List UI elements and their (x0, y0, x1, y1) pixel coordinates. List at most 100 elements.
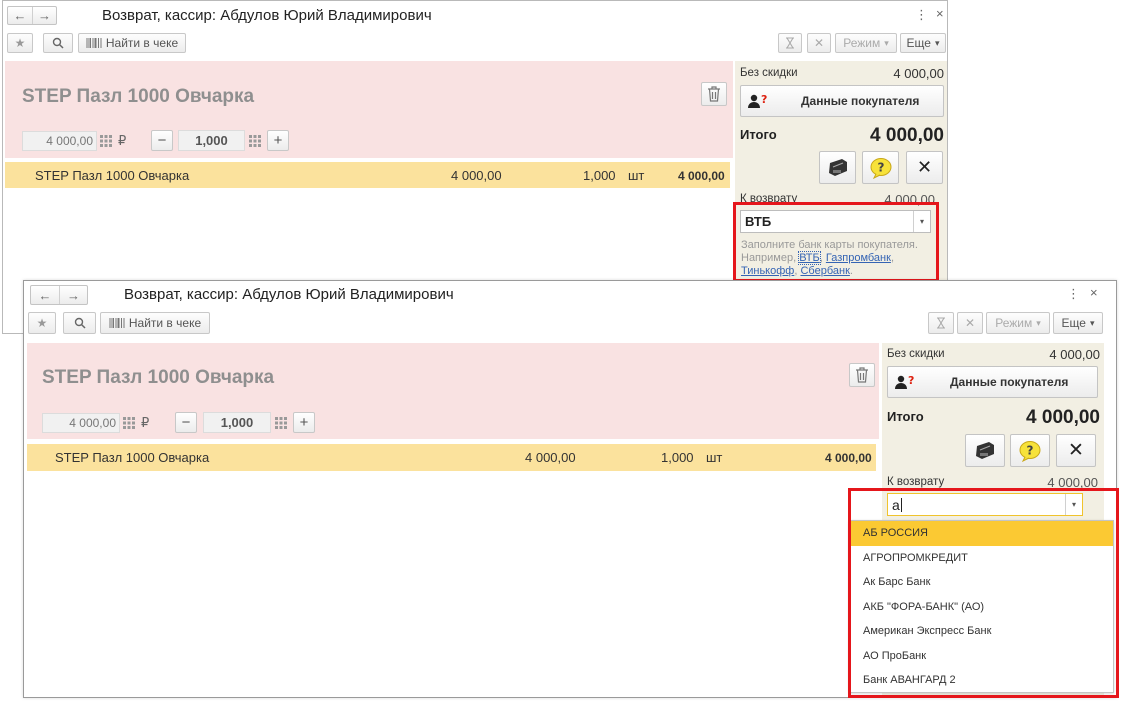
customer-data-button[interactable]: ? Данные покупателя (887, 366, 1098, 398)
mode-button[interactable]: Режим ▾ (835, 33, 897, 53)
no-discount-value: 4 000,00 (893, 66, 944, 81)
print-button[interactable] (819, 151, 856, 184)
product-card: STEP Пазл 1000 Овчарка 4 000,00 ₽ − 1,00… (5, 61, 733, 158)
delete-button[interactable] (849, 363, 875, 387)
find-in-receipt-label: Найти в чеке (105, 36, 179, 50)
row-sum: 4 000,00 (825, 451, 872, 465)
forward-button[interactable]: → (32, 7, 56, 24)
cross-icon: ✕ (964, 316, 976, 330)
more-label: Еще (1061, 316, 1086, 330)
price-field[interactable]: 4 000,00 (42, 413, 120, 433)
total-label: Итого (740, 127, 777, 142)
star-icon: ★ (36, 316, 48, 330)
more-button[interactable]: Еще ▾ (900, 33, 946, 53)
mode-label: Режим (995, 316, 1033, 330)
nav-buttons: ← → (7, 6, 57, 25)
cancel-button[interactable]: ✕ (807, 33, 831, 53)
svg-text:?: ? (1027, 443, 1034, 457)
chevron-down-icon: ▾ (1036, 317, 1041, 328)
svg-text:?: ? (761, 93, 767, 106)
question-bubble-icon: ? (1019, 440, 1041, 462)
find-in-receipt-button[interactable]: Найти в чеке (100, 312, 210, 334)
row-price: 4 000,00 (451, 168, 502, 183)
total-value: 4 000,00 (870, 125, 944, 146)
barcode-icon (109, 318, 125, 328)
svg-text:?: ? (908, 374, 914, 387)
close-receipt-button[interactable]: ✕ (906, 151, 943, 184)
more-menu-icon[interactable]: ⋮ (1067, 286, 1080, 302)
find-in-receipt-button[interactable]: Найти в чеке (78, 33, 186, 53)
decrease-qty-button[interactable]: − (151, 130, 173, 151)
customer-data-label: Данные покупателя (801, 94, 920, 108)
product-title: STEP Пазл 1000 Овчарка (42, 367, 275, 388)
price-field[interactable]: 4 000,00 (22, 131, 97, 151)
no-discount-label: Без скидки (740, 67, 798, 79)
row-name: STEP Пазл 1000 Овчарка (35, 168, 190, 183)
help-button[interactable]: ? (862, 151, 899, 184)
row-qty: 1,000 (583, 168, 616, 183)
hourglass-button[interactable] (778, 33, 802, 53)
user-question-icon: ? (748, 93, 767, 108)
quantity-field[interactable]: 1,000 (178, 130, 245, 151)
table-row[interactable]: STEP Пазл 1000 Овчарка 4 000,00 1,000 шт… (27, 444, 876, 471)
print-button[interactable] (965, 434, 1005, 467)
increase-qty-button[interactable]: + (293, 412, 315, 433)
customer-data-button[interactable]: ? Данные покупателя (740, 85, 944, 117)
calculator-icon[interactable] (123, 417, 135, 429)
search-icon (52, 37, 64, 49)
calculator-icon[interactable] (275, 417, 287, 429)
close-icon[interactable]: × (1090, 285, 1098, 300)
row-qty: 1,000 (661, 450, 694, 465)
product-title: STEP Пазл 1000 Овчарка (22, 86, 255, 107)
delete-button[interactable] (701, 82, 727, 106)
table-row[interactable]: STEP Пазл 1000 Овчарка 4 000,00 1,000 шт… (5, 162, 730, 188)
trash-icon (856, 367, 868, 383)
chevron-down-icon: ▾ (884, 37, 889, 48)
window-title: Возврат, кассир: Абдулов Юрий Владимиров… (124, 286, 454, 303)
more-menu-icon[interactable]: ⋮ (915, 7, 928, 23)
close-icon: ✕ (1068, 440, 1084, 461)
chevron-down-icon: ▾ (934, 37, 940, 48)
more-button[interactable]: Еще ▾ (1053, 312, 1103, 334)
calculator-icon[interactable] (249, 135, 261, 147)
search-button[interactable] (43, 33, 73, 53)
row-name: STEP Пазл 1000 Овчарка (55, 450, 210, 465)
search-button[interactable] (63, 312, 96, 334)
more-label: Еще (906, 36, 931, 50)
trash-icon (708, 86, 720, 102)
favorite-button[interactable]: ★ (28, 312, 56, 334)
user-question-icon: ? (895, 374, 914, 389)
currency-sign: ₽ (141, 415, 150, 430)
highlight-frame (848, 488, 1119, 698)
barcode-icon (86, 38, 102, 48)
chevron-down-icon: ▾ (1089, 317, 1095, 328)
favorite-button[interactable]: ★ (7, 33, 33, 53)
no-discount-value: 4 000,00 (1049, 347, 1100, 362)
increase-qty-button[interactable]: + (267, 130, 289, 151)
help-button[interactable]: ? (1010, 434, 1050, 467)
receipt-printer-icon (976, 441, 994, 459)
back-button[interactable]: ← (8, 7, 32, 24)
row-sum: 4 000,00 (678, 169, 725, 183)
close-icon: ✕ (916, 157, 933, 177)
decrease-qty-button[interactable]: − (175, 412, 197, 433)
customer-data-label: Данные покупателя (950, 375, 1069, 389)
forward-button[interactable]: → (59, 286, 87, 304)
highlight-frame (733, 202, 939, 282)
row-unit: шт (706, 450, 723, 465)
close-receipt-button[interactable]: ✕ (1056, 434, 1096, 467)
calculator-icon[interactable] (100, 135, 112, 147)
hourglass-button[interactable] (928, 312, 954, 334)
search-icon (74, 317, 86, 329)
nav-buttons: ← → (30, 285, 88, 305)
quantity-field[interactable]: 1,000 (203, 412, 271, 433)
hourglass-icon (937, 317, 945, 329)
cross-icon: ✕ (813, 36, 825, 50)
row-unit: шт (628, 168, 645, 183)
mode-button[interactable]: Режим ▾ (986, 312, 1050, 334)
question-bubble-icon: ? (870, 157, 891, 179)
find-in-receipt-label: Найти в чеке (128, 316, 202, 330)
cancel-button[interactable]: ✕ (957, 312, 983, 334)
close-icon[interactable]: × (936, 6, 944, 21)
back-button[interactable]: ← (31, 286, 59, 304)
